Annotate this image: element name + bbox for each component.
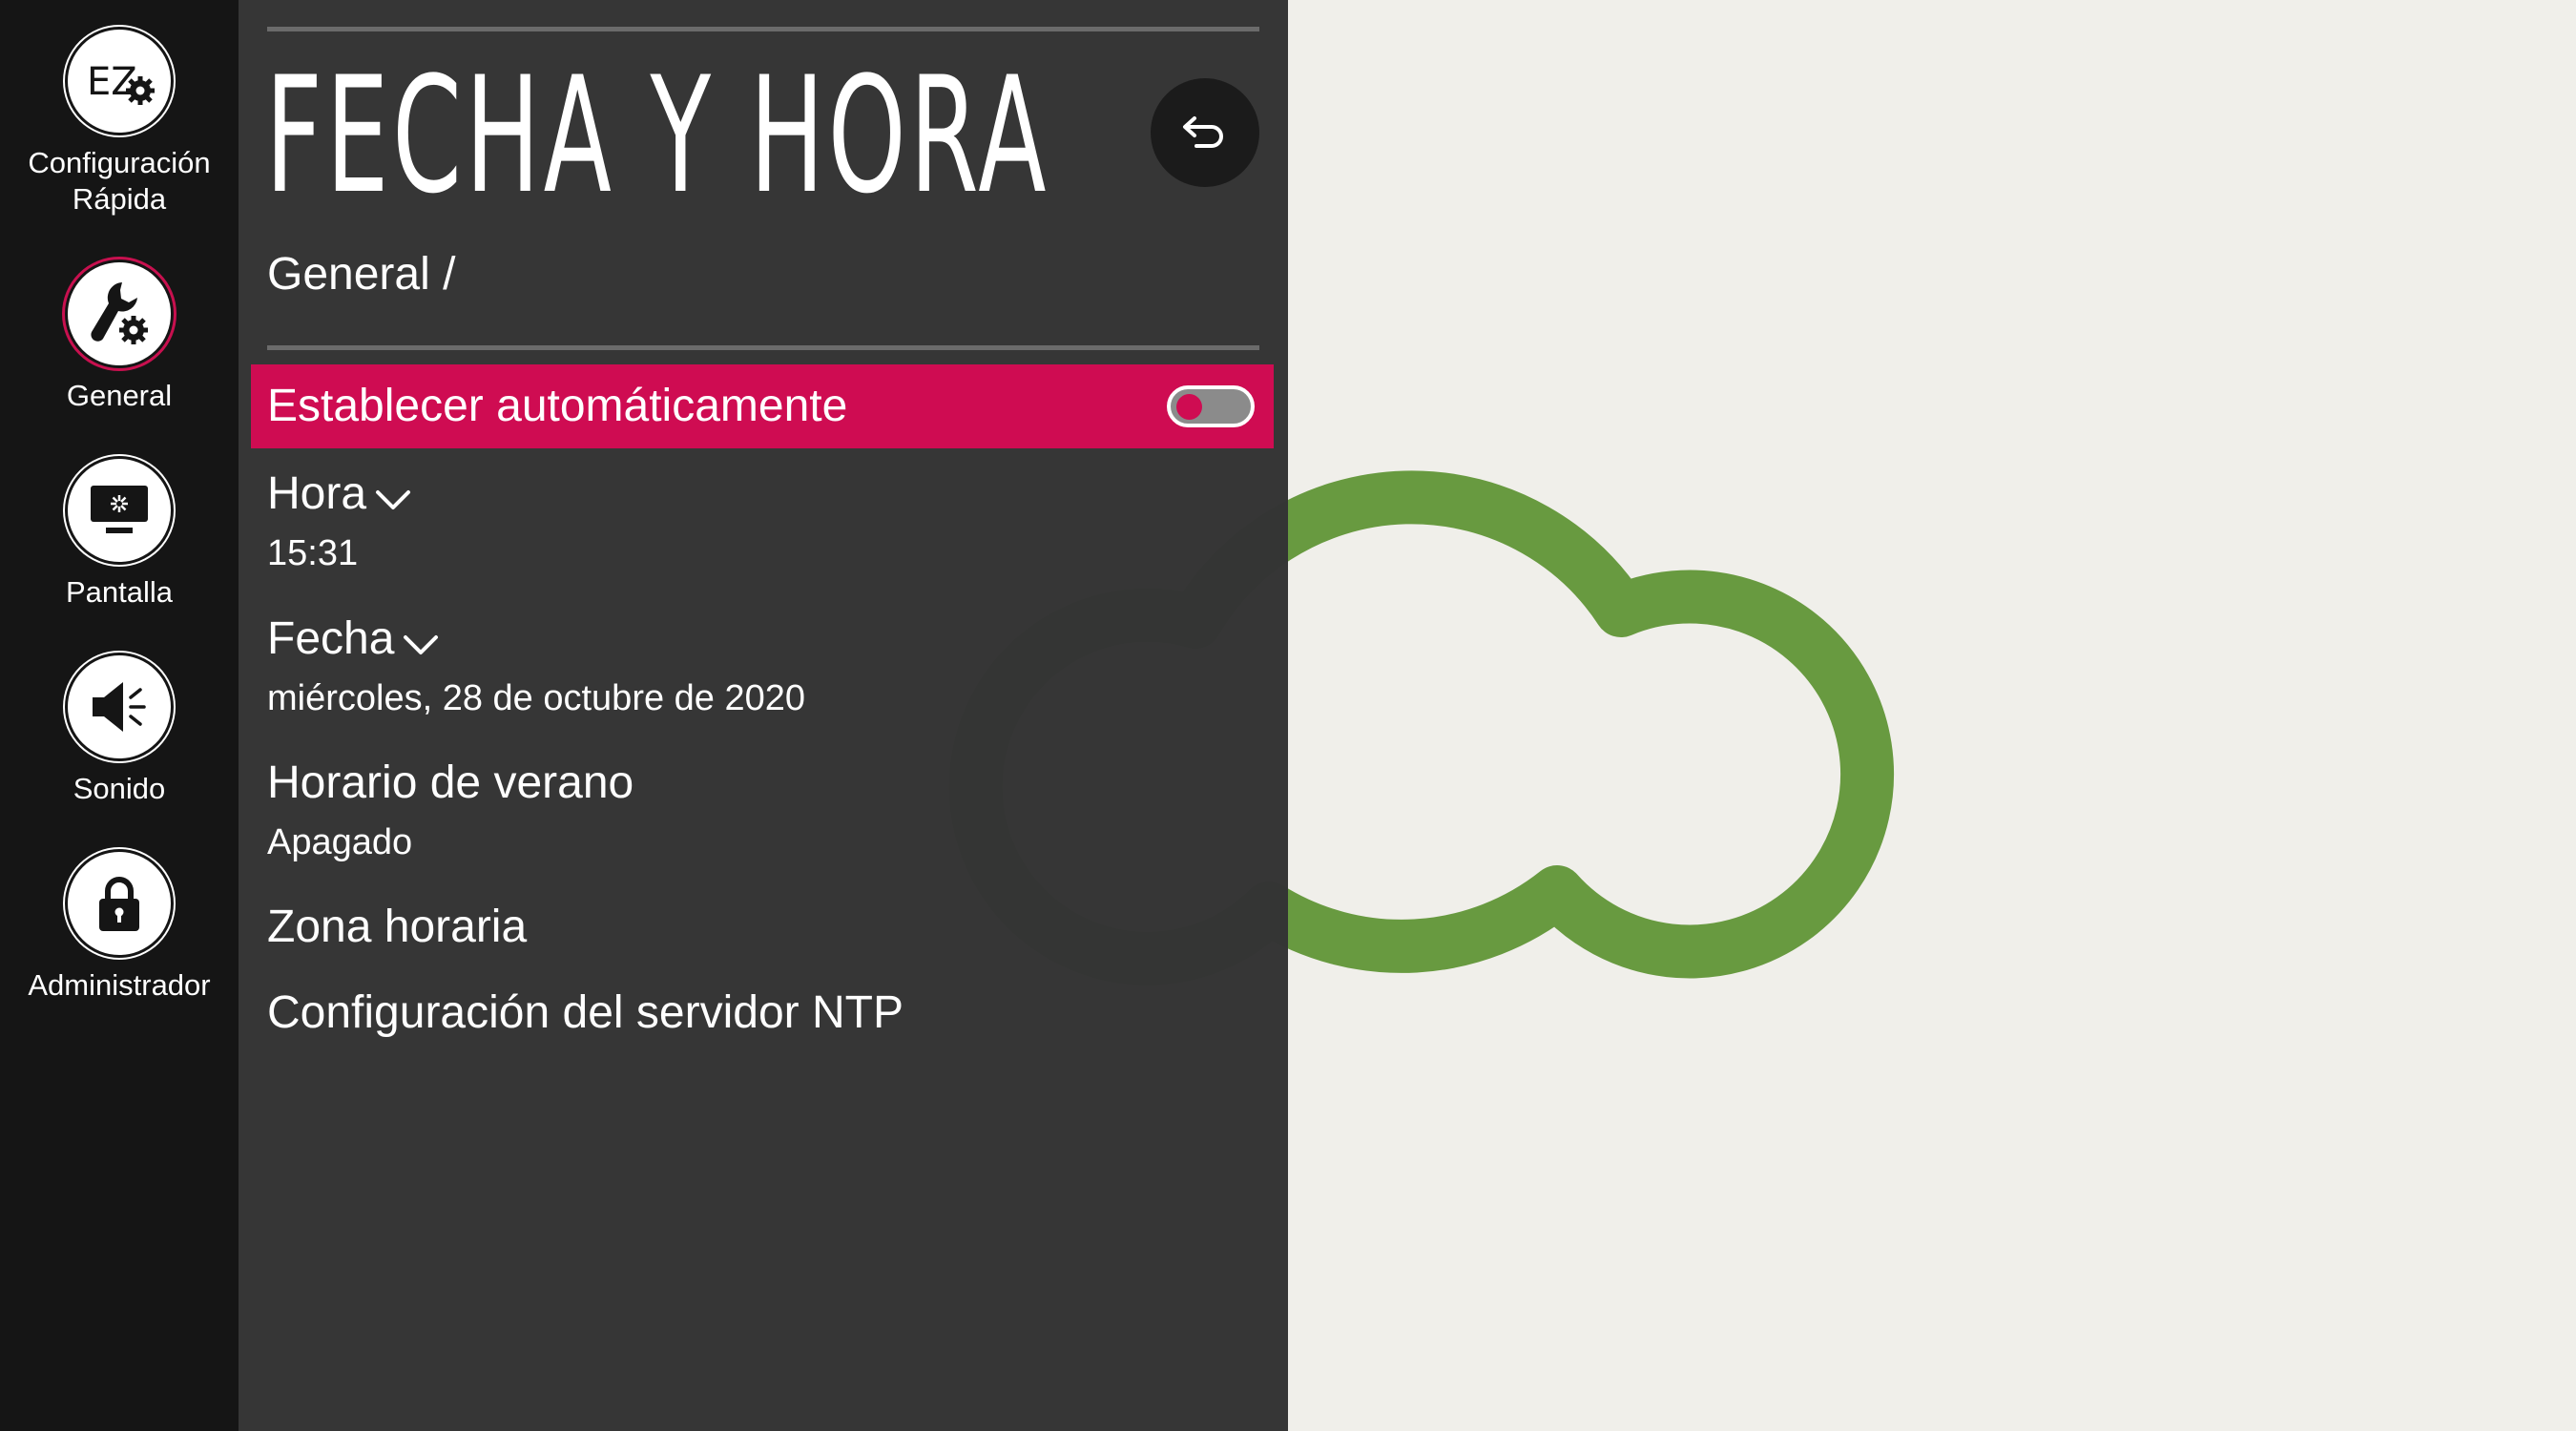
header-divider xyxy=(267,345,1259,350)
auto-set-label: Establecer automáticamente xyxy=(267,381,848,431)
chevron-down-icon xyxy=(404,635,439,654)
nav-label-display: Pantalla xyxy=(65,575,174,609)
ez-setup-icon: EZ xyxy=(65,27,174,135)
nav-item-quick-setup[interactable]: EZ Configuración Rápida xyxy=(0,27,239,218)
auto-set-toggle[interactable] xyxy=(1167,385,1255,427)
setting-time-label: Hora xyxy=(267,466,412,523)
setting-time-zone-label: Zona horaria xyxy=(267,902,528,952)
nav-item-general[interactable]: General xyxy=(0,259,239,414)
settings-category-rail: EZ Configuración Rápida General Pantalla… xyxy=(0,0,239,1431)
date-time-settings-panel: FECHA Y HORA General / Establecer automá… xyxy=(239,0,1288,1431)
setting-date-value: miércoles, 28 de octubre de 2020 xyxy=(267,678,806,718)
setting-ntp-server-label: Configuración del servidor NTP xyxy=(267,987,904,1038)
nav-label-administrator: Administrador xyxy=(28,968,211,1002)
chevron-down-icon xyxy=(376,490,411,509)
monitor-icon xyxy=(65,456,174,565)
wrench-gear-icon xyxy=(65,259,174,368)
speaker-icon xyxy=(65,653,174,761)
setting-time[interactable]: Hora 15:31 xyxy=(267,466,412,576)
setting-date[interactable]: Fecha miércoles, 28 de octubre de 2020 xyxy=(267,611,805,721)
back-arrow-icon xyxy=(1183,116,1223,148)
breadcrumb: General / xyxy=(267,249,456,300)
toggle-knob xyxy=(1176,394,1202,420)
top-divider xyxy=(267,27,1259,31)
setting-date-label: Fecha xyxy=(267,611,440,668)
setting-time-zone[interactable]: Zona horaria xyxy=(267,899,527,956)
page-title: FECHA Y HORA xyxy=(265,42,1050,229)
nav-label-quick-setup: Configuración Rápida xyxy=(28,146,211,216)
nav-label-general: General xyxy=(66,379,173,412)
setting-daylight-saving-label: Horario de verano xyxy=(267,757,634,808)
setting-ntp-server[interactable]: Configuración del servidor NTP xyxy=(267,985,904,1042)
nav-label-sound: Sonido xyxy=(73,772,166,805)
setting-daylight-saving[interactable]: Horario de verano Apagado xyxy=(267,755,634,865)
nav-item-sound[interactable]: Sonido xyxy=(0,653,239,807)
tv-settings-screen: EZ Configuración Rápida General Pantalla… xyxy=(0,0,2576,1431)
setting-daylight-saving-value: Apagado xyxy=(267,822,413,862)
nav-item-administrator[interactable]: Administrador xyxy=(0,849,239,1004)
lock-icon xyxy=(65,849,174,958)
back-button[interactable] xyxy=(1151,78,1259,187)
setting-time-value: 15:31 xyxy=(267,533,359,573)
auto-set-row[interactable]: Establecer automáticamente xyxy=(251,364,1274,448)
nav-item-display[interactable]: Pantalla xyxy=(0,456,239,611)
